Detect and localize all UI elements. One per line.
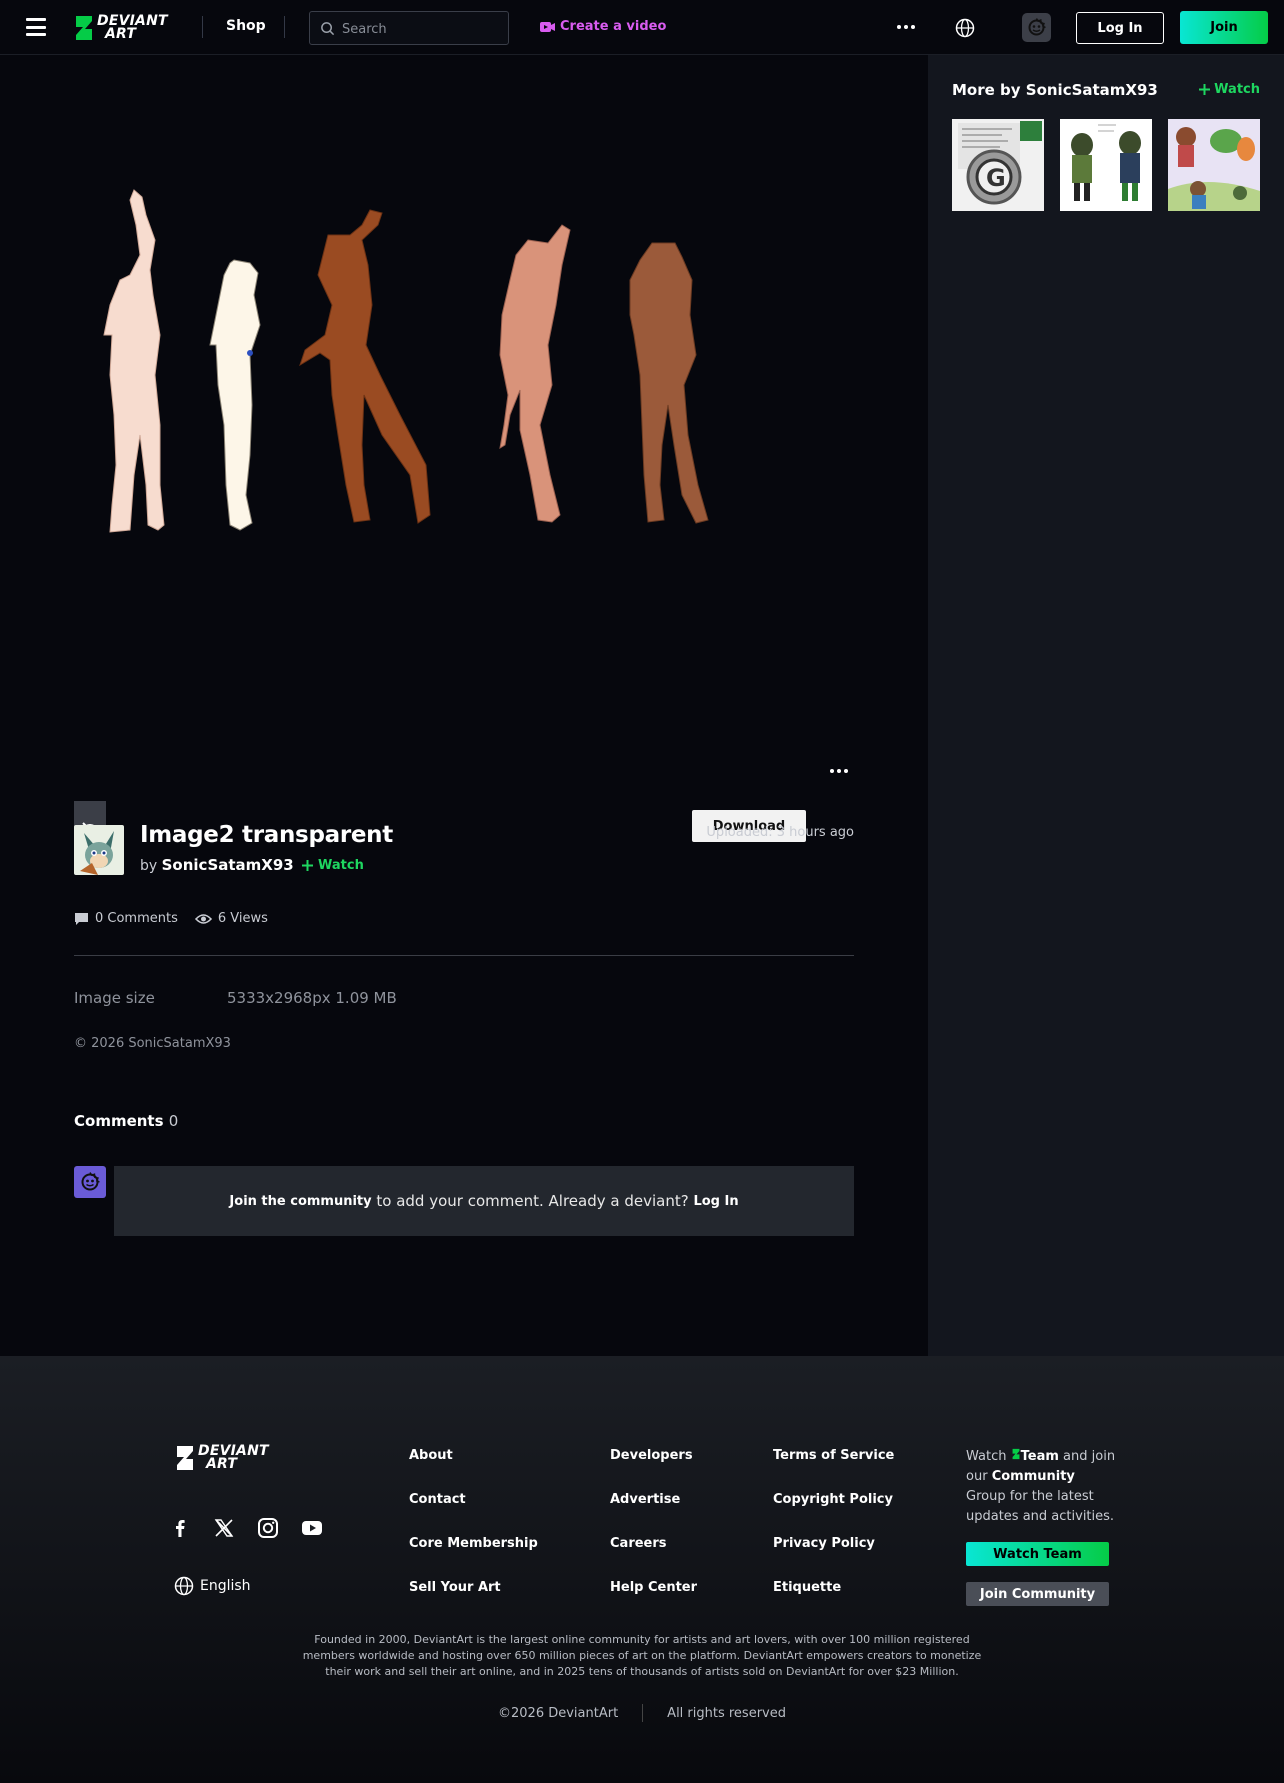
search-input[interactable] (342, 19, 502, 39)
youtube-icon[interactable] (301, 1517, 323, 1539)
globe-icon (174, 1576, 194, 1596)
deviation-main-panel: Download (0, 55, 928, 1356)
join-button[interactable]: Join (1180, 11, 1268, 44)
deviation-stats: 0 Comments 6 Views (74, 911, 285, 926)
footer-link-core-membership[interactable]: Core Membership (409, 1536, 538, 1551)
comment-avatar (74, 1166, 106, 1198)
footer-link-privacy-policy[interactable]: Privacy Policy (773, 1536, 875, 1551)
footer-link-careers[interactable]: Careers (610, 1536, 667, 1551)
copyright-notice: © 2026 SonicSatamX93 (74, 1036, 231, 1051)
footer-rights: All rights reserved (667, 1705, 786, 1721)
upload-time: Uploaded: 3 hours ago (706, 825, 854, 840)
comment-bubble-icon (75, 912, 88, 925)
thumbnail-2[interactable] (1060, 119, 1152, 211)
footer-link-contact[interactable]: Contact (409, 1492, 466, 1507)
deviantart-logo[interactable]: DEVIANT ART (74, 13, 168, 43)
user-avatar[interactable] (1022, 13, 1051, 42)
language-selector[interactable]: English (174, 1576, 251, 1596)
footer-link-about[interactable]: About (409, 1448, 453, 1463)
more-by-sidebar: More by SonicSatamX93 Watch G (928, 55, 1284, 1356)
author-avatar-image (74, 825, 124, 875)
divider (284, 16, 285, 38)
footer-copyright: ©2026 DeviantArt (498, 1705, 619, 1721)
search-icon (321, 22, 335, 36)
thumbnail-image (1060, 119, 1152, 211)
footer-link-developers[interactable]: Developers (610, 1448, 693, 1463)
footer-bottom-bar: ©2026 DeviantArt All rights reserved (0, 1704, 1284, 1722)
footer-link-help-center[interactable]: Help Center (610, 1580, 697, 1595)
comment-signin-prompt: Join the community to add your comment. … (114, 1166, 854, 1236)
author-name-link[interactable]: SonicSatamX93 (162, 856, 294, 874)
thumbnail-image: G (952, 119, 1044, 211)
thumbnail-1[interactable]: G (952, 119, 1044, 211)
divider (642, 1704, 644, 1722)
top-navigation-bar: DEVIANT ART Shop Create a video Log In J… (0, 0, 1284, 55)
more-by-heading: More by SonicSatamX93 (952, 81, 1158, 99)
views-stat: 6 Views (194, 911, 268, 926)
svg-text:G: G (986, 164, 1006, 192)
create-video-link[interactable]: Create a video (540, 19, 666, 34)
deviantart-logo-mark-icon (76, 16, 92, 40)
watch-team-button[interactable]: Watch Team (966, 1542, 1109, 1566)
footer-link-advertise[interactable]: Advertise (610, 1492, 680, 1507)
more-actions-icon[interactable] (830, 769, 848, 773)
image-size-label: Image size (74, 989, 155, 1007)
divider (202, 16, 203, 38)
watch-author-button[interactable]: Watch (302, 858, 364, 873)
video-camera-icon (540, 22, 555, 32)
globe-icon[interactable] (955, 18, 975, 38)
comments-stat[interactable]: 0 Comments (74, 911, 178, 926)
author-byline: by SonicSatamX93 (140, 856, 294, 874)
divider (74, 955, 854, 956)
more-options-icon[interactable] (897, 25, 915, 29)
plus-icon (302, 860, 313, 871)
footer-logo-wordmark: DEVIANT ART (198, 1443, 269, 1472)
menu-icon[interactable] (26, 18, 46, 36)
footer-about-text: Founded in 2000, DeviantArt is the large… (302, 1633, 982, 1678)
comments-heading: Comments 0 (74, 1112, 179, 1130)
author-avatar[interactable] (74, 825, 124, 875)
thumbnail-3[interactable] (1168, 119, 1260, 211)
footer-link-etiquette[interactable]: Etiquette (773, 1580, 841, 1595)
logo-wordmark: DEVIANT ART (97, 13, 168, 42)
comment-login-link[interactable]: Log In (693, 1194, 738, 1209)
instagram-icon[interactable] (257, 1517, 279, 1539)
join-community-button[interactable]: Join Community (966, 1582, 1109, 1606)
image-size-value: 5333x2968px 1.09 MB (227, 989, 397, 1007)
deviation-artwork-image[interactable] (100, 185, 840, 655)
shop-link[interactable]: Shop (226, 18, 266, 34)
footer-team-promo: Watch Team and join our Community Group … (966, 1448, 1116, 1524)
thumbnail-image (1168, 119, 1260, 211)
default-avatar-icon (81, 1172, 100, 1191)
deviation-title: Image2 transparent (140, 822, 393, 848)
sidebar-watch-button[interactable]: Watch (1199, 82, 1260, 97)
footer-link-terms[interactable]: Terms of Service (773, 1448, 894, 1463)
search-box[interactable] (309, 11, 509, 45)
deviantart-logo-mark-icon (1012, 1448, 1020, 1460)
plus-icon (1199, 84, 1211, 95)
footer-link-copyright-policy[interactable]: Copyright Policy (773, 1492, 893, 1507)
x-twitter-icon[interactable] (213, 1517, 235, 1539)
eye-icon (194, 913, 212, 924)
login-button[interactable]: Log In (1076, 12, 1164, 44)
footer-logo[interactable]: DEVIANT ART (175, 1444, 269, 1472)
footer-link-sell-your-art[interactable]: Sell Your Art (409, 1580, 501, 1595)
facebook-icon[interactable] (169, 1517, 191, 1539)
default-avatar-icon (1028, 18, 1046, 36)
deviantart-logo-mark-icon (177, 1446, 193, 1470)
join-community-link[interactable]: Join the community (229, 1194, 371, 1209)
site-footer: DEVIANT ART English About Contact Core M… (0, 1356, 1284, 1783)
